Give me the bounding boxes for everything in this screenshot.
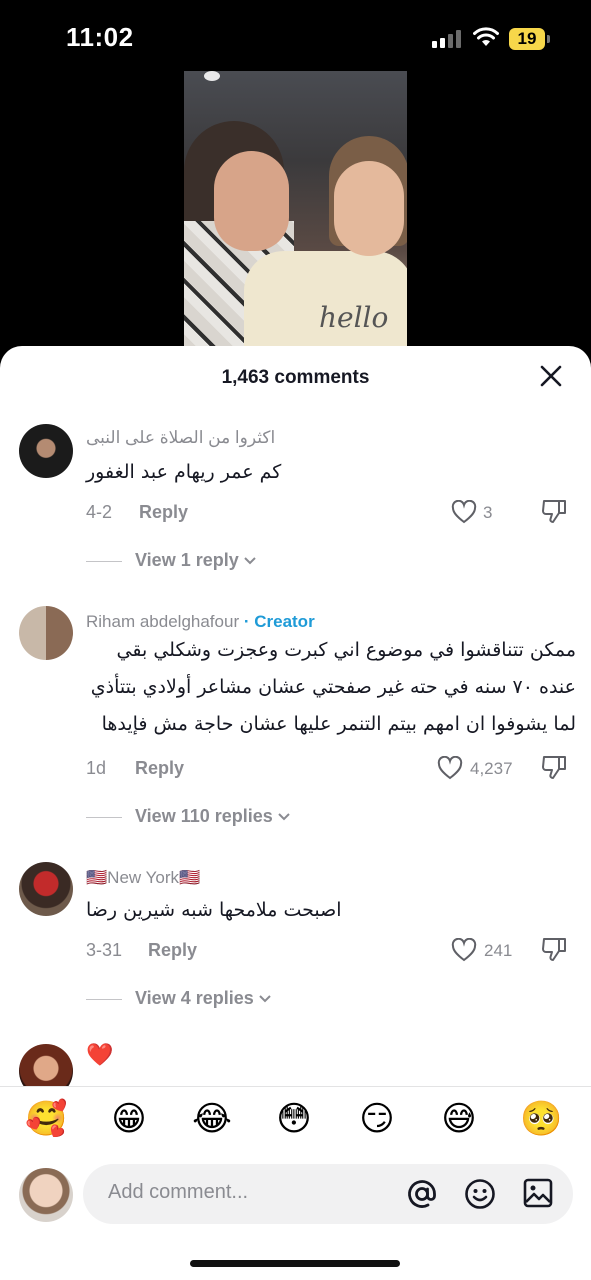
emoji-picker-icon[interactable] xyxy=(464,1178,496,1210)
chevron-down-icon xyxy=(278,813,290,821)
emoji-grinning[interactable]: 😁 xyxy=(108,1098,150,1140)
video-child-face xyxy=(334,161,404,256)
image-icon[interactable] xyxy=(523,1178,553,1208)
creator-badge: · Creator xyxy=(239,612,315,631)
video-preview[interactable]: hello xyxy=(184,71,407,371)
comment-date: 3-31 xyxy=(86,940,123,960)
reply-divider-line xyxy=(86,560,122,562)
comment-item: اكثروا من الصلاة على النبى كم عمر ريهام … xyxy=(0,410,591,600)
battery-tip xyxy=(547,35,550,43)
emoji-quick-bar: 🥰 😁 😂 😳 😏 😅 🥺 xyxy=(0,1098,591,1148)
composer-divider xyxy=(0,1086,591,1087)
emoji-smiling-hearts[interactable]: 🥰 xyxy=(25,1098,67,1140)
video-figure-face xyxy=(214,151,289,251)
avatar[interactable] xyxy=(19,606,73,660)
status-time: 11:02 xyxy=(66,22,134,52)
like-count: 241 xyxy=(484,941,513,960)
comments-count-title: 1,463 comments xyxy=(221,367,370,388)
comments-list: اكثروا من الصلاة على النبى كم عمر ريهام … xyxy=(0,410,591,1086)
comment-item: ❤️ xyxy=(0,1042,591,1086)
comment-text: كم عمر ريهام عبد الغفور xyxy=(86,461,282,483)
comment-username[interactable]: 🇺🇸New York🇺🇸 xyxy=(86,868,200,888)
creator-name: Riham abdelghafour xyxy=(86,612,240,631)
emoji-tears-of-joy[interactable]: 😂 xyxy=(191,1098,233,1140)
comment-item: 🇺🇸New York🇺🇸 اصبحت ملامحها شبه شيرين رضا… xyxy=(0,860,591,1050)
view-replies-button[interactable]: View 4 replies xyxy=(86,988,272,1009)
status-bar: 11:02 19 xyxy=(0,0,591,72)
battery-icon: 19 xyxy=(509,28,545,50)
comment-date: 1d xyxy=(86,758,107,778)
sweater-print: hello xyxy=(319,301,389,334)
thumbs-down-icon[interactable] xyxy=(540,936,568,962)
view-replies-label: View 1 reply xyxy=(135,550,239,570)
thumbs-down-icon[interactable] xyxy=(540,754,568,780)
emoji-pleading[interactable]: 🥺 xyxy=(520,1098,562,1140)
view-replies-button[interactable]: View 1 reply xyxy=(86,550,257,571)
add-comment-input[interactable]: Add comment... xyxy=(83,1164,573,1224)
thumbs-down-icon[interactable] xyxy=(540,498,568,524)
avatar[interactable] xyxy=(19,424,73,478)
heart-outline-icon[interactable] xyxy=(437,756,463,780)
comment-text: ممكن تتناقشوا في موضوع اني كبرت وعجزت وش… xyxy=(90,639,576,735)
view-replies-label: View 4 replies xyxy=(135,988,254,1008)
view-replies-label: View 110 replies xyxy=(135,806,273,826)
heart-outline-icon[interactable] xyxy=(451,938,477,962)
comment-text: اصبحت ملامحها شبه شيرين رضا xyxy=(86,899,342,921)
reply-button[interactable]: Reply xyxy=(148,940,197,961)
reply-divider-line xyxy=(86,998,122,1000)
reply-divider-line xyxy=(86,816,122,818)
like-count: 3 xyxy=(483,503,493,522)
ceiling-light xyxy=(204,71,220,81)
emoji-flushed[interactable]: 😳 xyxy=(273,1098,315,1140)
comment-username[interactable]: Riham abdelghafour · Creator xyxy=(86,612,315,632)
chevron-down-icon xyxy=(259,995,271,1003)
close-icon[interactable] xyxy=(539,364,563,388)
comment-date: 4-2 xyxy=(86,502,113,522)
home-indicator xyxy=(190,1260,400,1267)
avatar[interactable] xyxy=(19,862,73,916)
comment-item: Riham abdelghafour · Creator ممكن تتناقش… xyxy=(0,600,591,860)
view-replies-button[interactable]: View 110 replies xyxy=(86,806,291,827)
comment-username[interactable]: اكثروا من الصلاة على النبى xyxy=(86,428,275,448)
emoji-smirk[interactable]: 😏 xyxy=(356,1098,398,1140)
mention-icon[interactable] xyxy=(406,1178,438,1210)
comment-composer: Add comment... xyxy=(0,1164,591,1226)
heart-outline-icon[interactable] xyxy=(451,500,477,524)
emoji-sweat-smile[interactable]: 😅 xyxy=(438,1098,480,1140)
comment-heart-emoji: ❤️ xyxy=(86,1042,114,1067)
like-count: 4,237 xyxy=(470,759,513,778)
signal-icon xyxy=(432,30,464,48)
reply-button[interactable]: Reply xyxy=(139,502,188,523)
comments-sheet: 1,463 comments اكثروا من الصلاة على النب… xyxy=(0,346,591,1280)
my-avatar[interactable] xyxy=(19,1168,73,1222)
reply-button[interactable]: Reply xyxy=(135,758,184,779)
add-comment-placeholder: Add comment... xyxy=(108,1181,249,1203)
chevron-down-icon xyxy=(244,557,256,565)
avatar[interactable] xyxy=(19,1044,73,1086)
wifi-icon xyxy=(473,27,499,46)
